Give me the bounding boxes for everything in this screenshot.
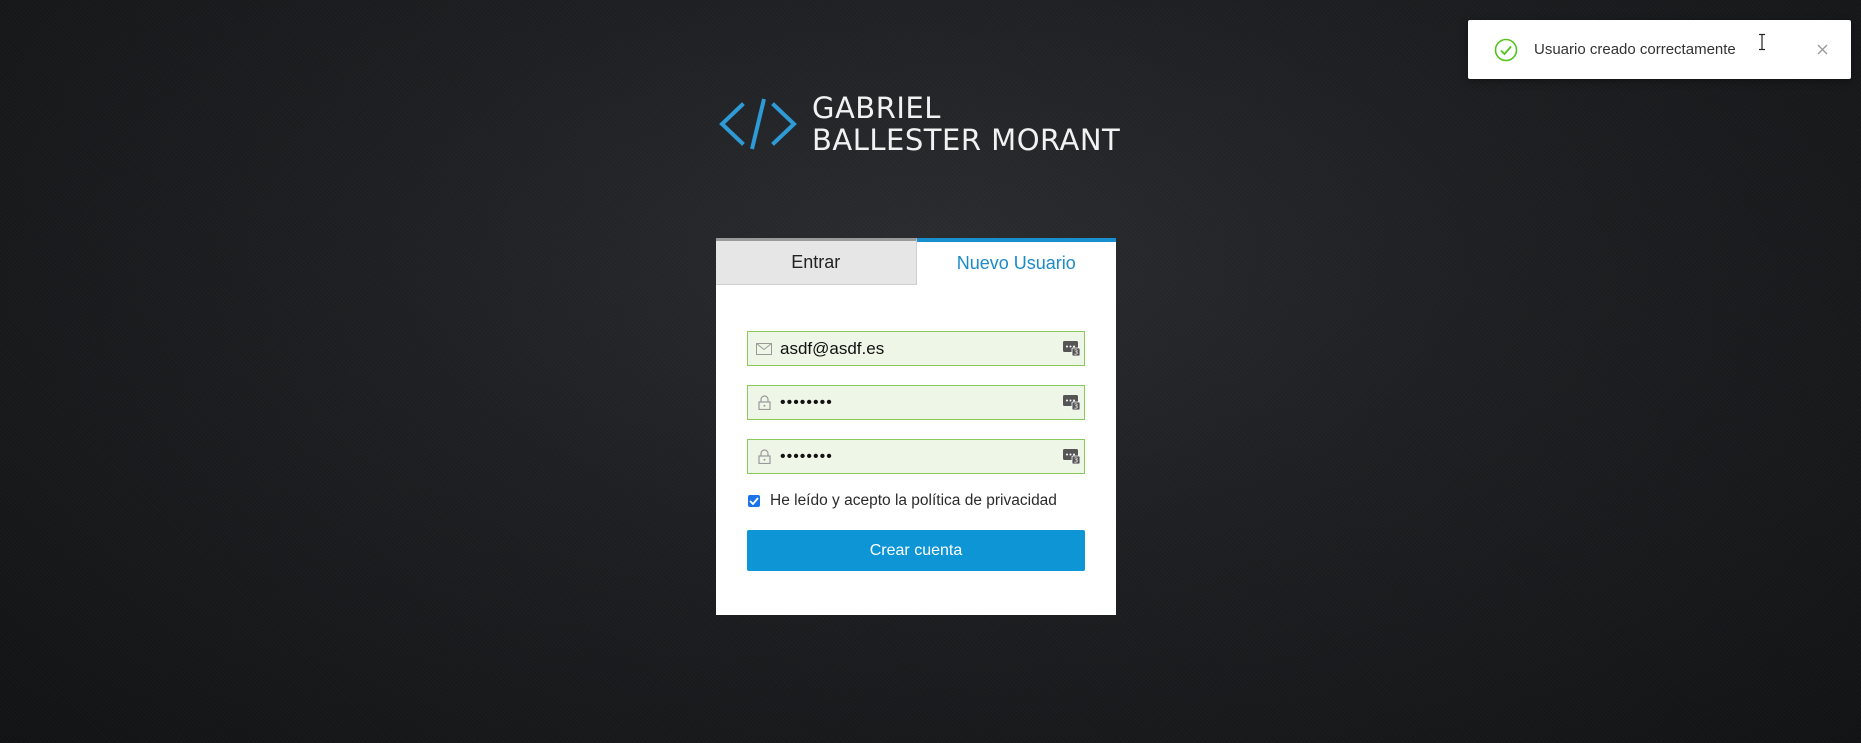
text-cursor-icon [1759, 33, 1765, 51]
svg-text:3: 3 [1073, 349, 1077, 357]
toast-message: Usuario creado correctamente [1534, 41, 1736, 58]
code-brackets-logo-icon [719, 98, 797, 150]
password-field-wrapper: 3 [747, 385, 1085, 420]
email-field-wrapper: 3 [747, 331, 1085, 366]
close-icon[interactable] [1807, 35, 1837, 65]
password-manager-icon[interactable]: 3 [1058, 440, 1084, 473]
password-input[interactable] [780, 386, 1058, 419]
password-manager-icon[interactable]: 3 [1058, 332, 1084, 365]
auth-card: Entrar Nuevo Usuario 3 [716, 238, 1116, 615]
password-manager-icon[interactable]: 3 [1058, 386, 1084, 419]
svg-text:3: 3 [1073, 403, 1077, 411]
password-confirm-field-wrapper: 3 [747, 439, 1085, 474]
checkmark-icon [749, 497, 759, 505]
logo-line-last-name: BALLESTER MORANT [812, 123, 1121, 157]
privacy-consent-row: He leído y acepto la política de privaci… [747, 490, 1085, 512]
privacy-checkbox[interactable] [748, 495, 760, 507]
success-toast: Usuario creado correctamente [1468, 20, 1851, 79]
create-account-button[interactable]: Crear cuenta [747, 530, 1085, 571]
check-circle-icon [1494, 38, 1518, 61]
logo-line-first-name: GABRIEL [812, 91, 941, 125]
privacy-label[interactable]: He leído y acepto la política de privaci… [770, 492, 1057, 510]
svg-text:3: 3 [1073, 457, 1077, 465]
tab-new-user[interactable]: Nuevo Usuario [916, 238, 1116, 285]
tab-login[interactable]: Entrar [716, 238, 917, 285]
email-input[interactable] [780, 332, 1058, 365]
lock-icon [748, 386, 780, 419]
envelope-icon [748, 332, 780, 365]
register-form: 3 3 [716, 331, 1116, 571]
password-confirm-input[interactable] [780, 440, 1058, 473]
site-logo: GABRIEL BALLESTER MORANT [718, 92, 1120, 156]
auth-tabs: Entrar Nuevo Usuario [716, 238, 1116, 285]
logo-text: GABRIEL BALLESTER MORANT [812, 92, 1120, 156]
lock-icon [748, 440, 780, 473]
